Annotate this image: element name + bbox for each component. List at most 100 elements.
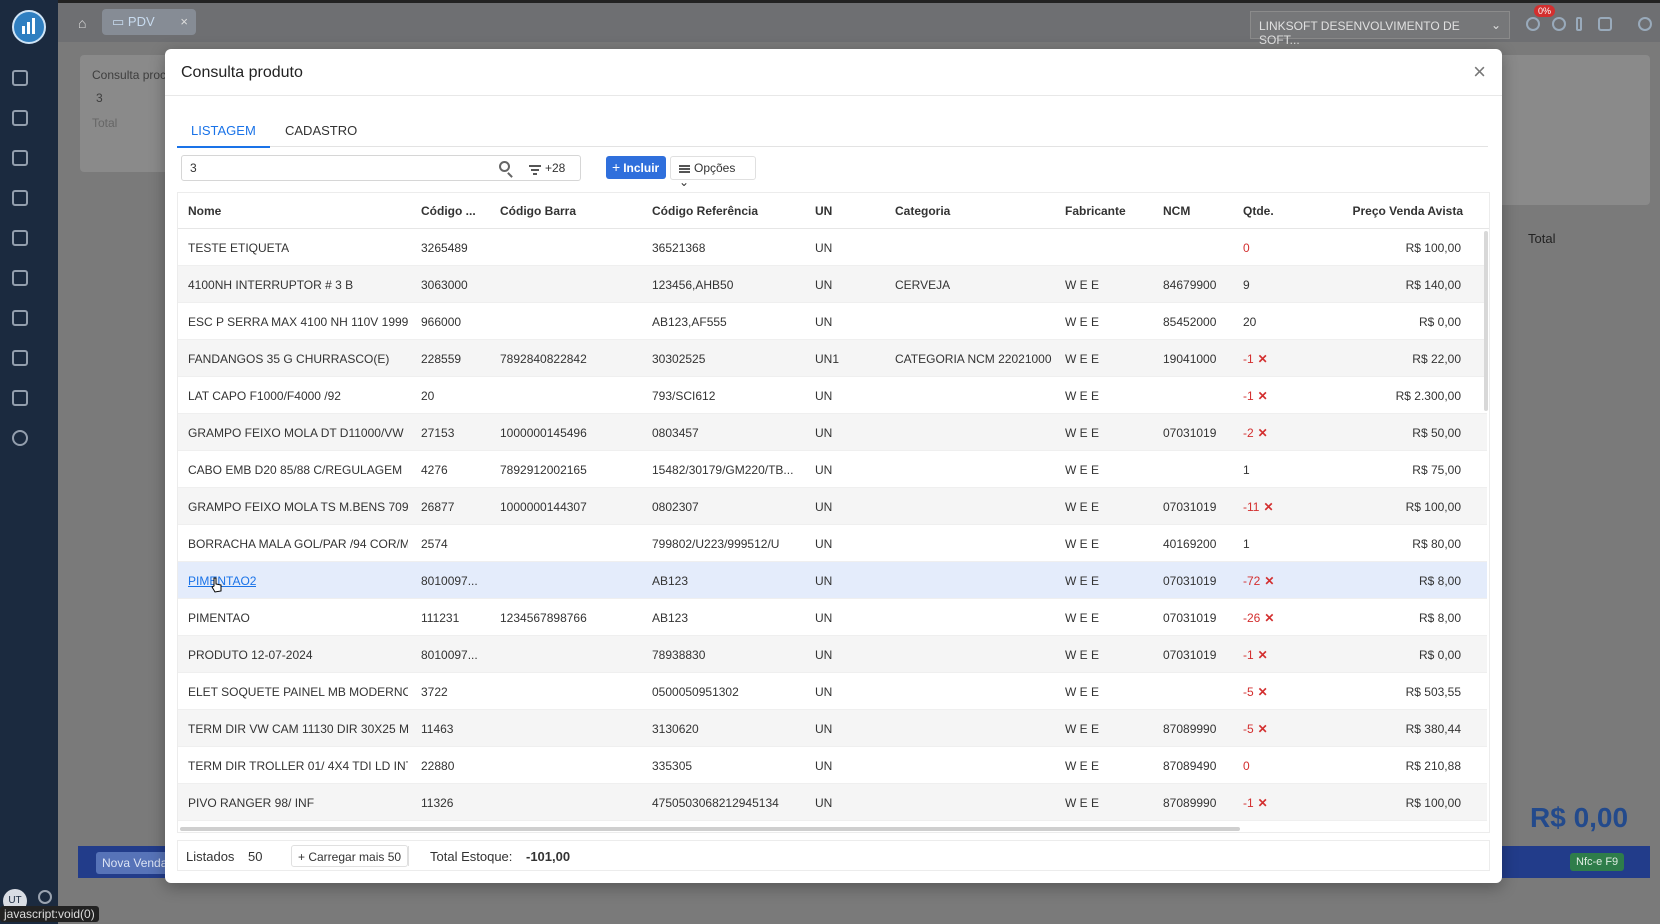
cell-codigo: 111231 [421,611,460,625]
cell-nome[interactable]: ELET SOQUETE PAINEL MB MODERNO PQ [188,685,408,699]
grid-icon[interactable] [12,390,28,406]
cell-barra: 7892912002165 [500,463,587,477]
bg-consulta-label: Consulta proc [92,68,167,82]
cell-qtde: -1 ✕ [1243,352,1268,366]
table-row[interactable]: BORRACHA MALA GOL/PAR /94 COR/M... 2574 79… [178,525,1487,562]
support-icon[interactable] [12,270,28,286]
col-fabricante[interactable]: Fabricante [1065,204,1126,218]
qtde-value: -72 [1243,574,1261,588]
bank-icon[interactable] [12,310,28,326]
stock-negative-icon: ✕ [1257,685,1268,699]
qtde-value: -1 [1243,796,1254,810]
cell-nome[interactable]: PRODUTO 12-07-2024 [188,648,313,662]
table-row[interactable]: FANDANGOS 35 G CHURRASCO(E) 228559 7892840… [178,340,1487,377]
table-row[interactable]: PIMENTAO2 8010097... AB123 UN W E E 07031019-… [178,562,1487,599]
cell-nome[interactable]: FANDANGOS 35 G CHURRASCO(E) [188,352,389,366]
cell-qtde: -1 ✕ [1243,389,1268,403]
cell-nome[interactable]: LAT CAPO F1000/F4000 /92 [188,389,341,403]
incluir-button[interactable]: + Incluir [606,156,666,179]
search-input[interactable] [190,160,490,176]
table-row[interactable]: TESTE ETIQUETA 3265489 36521368 UN 0 R$ 100,0… [178,229,1487,266]
home-icon[interactable] [12,70,28,86]
company-select[interactable]: LINKSOFT DESENVOLVIMENTO DE SOFT... ⌄ [1250,11,1510,47]
cell-ncm: 07031019 [1163,574,1217,588]
cell-nome[interactable]: ESC P SERRA MAX 4100 NH 110V 19999... [188,315,408,329]
close-icon[interactable]: × [1473,59,1486,85]
app-logo-icon[interactable] [12,10,46,44]
cell-nome[interactable]: TERM DIR VW CAM 11130 DIR 30X25 MM [188,722,408,736]
carregar-mais-button[interactable]: + Carregar mais 50 [291,845,409,867]
filter-button[interactable]: +28 [529,161,565,175]
cell-preco: R$ 210,88 [1405,759,1461,773]
cell-preco: R$ 2.300,00 [1395,389,1461,403]
qtde-value: -26 [1243,611,1261,625]
tab-listagem[interactable]: LISTAGEM [177,115,270,148]
cart-icon[interactable] [12,150,28,166]
table-row[interactable]: ESC P SERRA MAX 4100 NH 110V 19999... 966… [178,303,1487,340]
col-ncm[interactable]: NCM [1163,204,1190,218]
dashboard-icon[interactable] [12,110,28,126]
cell-nome[interactable]: PIVO RANGER 98/ INF [188,796,314,810]
more-vertical-icon[interactable] [1576,17,1582,31]
tab-cadastro[interactable]: CADASTRO [271,115,371,148]
table-row[interactable]: TERM DIR VW CAM 11130 DIR 30X25 MM 11463 3… [178,710,1487,747]
printer-icon[interactable] [1598,17,1612,31]
cell-fabricante: W E E [1065,426,1100,440]
cell-nome[interactable]: BORRACHA MALA GOL/PAR /94 COR/M... [188,537,408,551]
cell-nome[interactable]: TERM DIR TROLLER 01/ 4X4 TDI LD INT [188,759,408,773]
tab-pdv[interactable]: ▭ PDV × [102,9,196,35]
table-row[interactable]: TERM DIR TROLLER 01/ 4X4 TDI LD INT 22880… [178,747,1487,784]
cell-nome[interactable]: 4100NH INTERRUPTOR # 3 B [188,278,353,292]
col-qtde[interactable]: Qtde. [1243,204,1274,218]
cell-nome[interactable]: CABO EMB D20 85/88 C/REGULAGEM [188,463,402,477]
col-categoria[interactable]: Categoria [895,204,950,218]
home-tab-icon[interactable]: ⌂ [78,15,86,31]
col-un[interactable]: UN [815,204,832,218]
table-row[interactable]: GRAMPO FEIXO MOLA DT D11000/VW ... 27153 1… [178,414,1487,451]
user-settings-icon[interactable] [38,890,52,904]
gear-icon[interactable] [1638,17,1652,31]
vertical-scrollbar[interactable] [1484,231,1488,411]
settings-icon[interactable] [12,430,28,446]
cell-un: UN [815,426,833,440]
help-icon[interactable] [1552,17,1566,31]
cell-codigo: 3265489 [421,241,468,255]
cell-nome[interactable]: GRAMPO FEIXO MOLA TS M.BENS 709/... [188,500,408,514]
cell-ncm: 07031019 [1163,611,1217,625]
search-icon[interactable] [499,161,510,172]
qtde-value: 1 [1243,537,1250,551]
document-icon[interactable] [12,190,28,206]
cell-ref: AB123 [652,611,689,625]
col-codigo[interactable]: Código ... [421,204,476,218]
col-codigo-barra[interactable]: Código Barra [500,204,576,218]
col-codigo-referencia[interactable]: Código Referência [652,204,758,218]
opcoes-button[interactable]: Opções ⌄ [670,156,756,189]
nova-venda-button[interactable]: Nova Venda [96,852,174,874]
table-row[interactable]: PRODUTO 12-07-2024 8010097... 78938830 UN W … [178,636,1487,673]
nfce-button[interactable]: Nfc-e F9 [1570,853,1625,871]
cell-nome[interactable]: TESTE ETIQUETA [188,241,289,255]
incluir-label: Incluir [623,161,660,175]
box-icon[interactable] [12,230,28,246]
horizontal-scrollbar[interactable] [180,827,1240,831]
notification-icon[interactable] [1526,17,1540,31]
cell-nome[interactable]: GRAMPO FEIXO MOLA DT D11000/VW ... [188,426,408,440]
stock-negative-icon: ✕ [1263,500,1274,514]
table-row[interactable]: GRAMPO FEIXO MOLA TS M.BENS 709/... 26877… [178,488,1487,525]
cell-fabricante: W E E [1065,722,1100,736]
table-row[interactable]: CABO EMB D20 85/88 C/REGULAGEM 4276 789291… [178,451,1487,488]
table-row[interactable]: PIVO RANGER 98/ INF 11326 4750503068212945… [178,784,1487,821]
cell-ncm: 40169200 [1163,537,1217,551]
table-row[interactable]: ELET SOQUETE PAINEL MB MODERNO PQ 3722 050… [178,673,1487,710]
col-nome[interactable]: Nome [188,204,221,218]
col-preco[interactable]: Preço Venda Avista [1353,204,1464,218]
search-box[interactable]: +28 [181,155,581,181]
table-row[interactable]: LAT CAPO F1000/F4000 /92 20 793/SCI612 UN W … [178,377,1487,414]
cell-qtde: 1 [1243,463,1250,477]
table-row[interactable]: 4100NH INTERRUPTOR # 3 B 3063000 123456,AH… [178,266,1487,303]
table-row[interactable]: PIMENTAO 111231 1234567898766 AB123 UN W E E 0… [178,599,1487,636]
cell-qtde: -1 ✕ [1243,796,1268,810]
tab-close-icon[interactable]: × [180,14,188,29]
cell-nome[interactable]: PIMENTAO [188,611,250,625]
report-icon[interactable] [12,350,28,366]
